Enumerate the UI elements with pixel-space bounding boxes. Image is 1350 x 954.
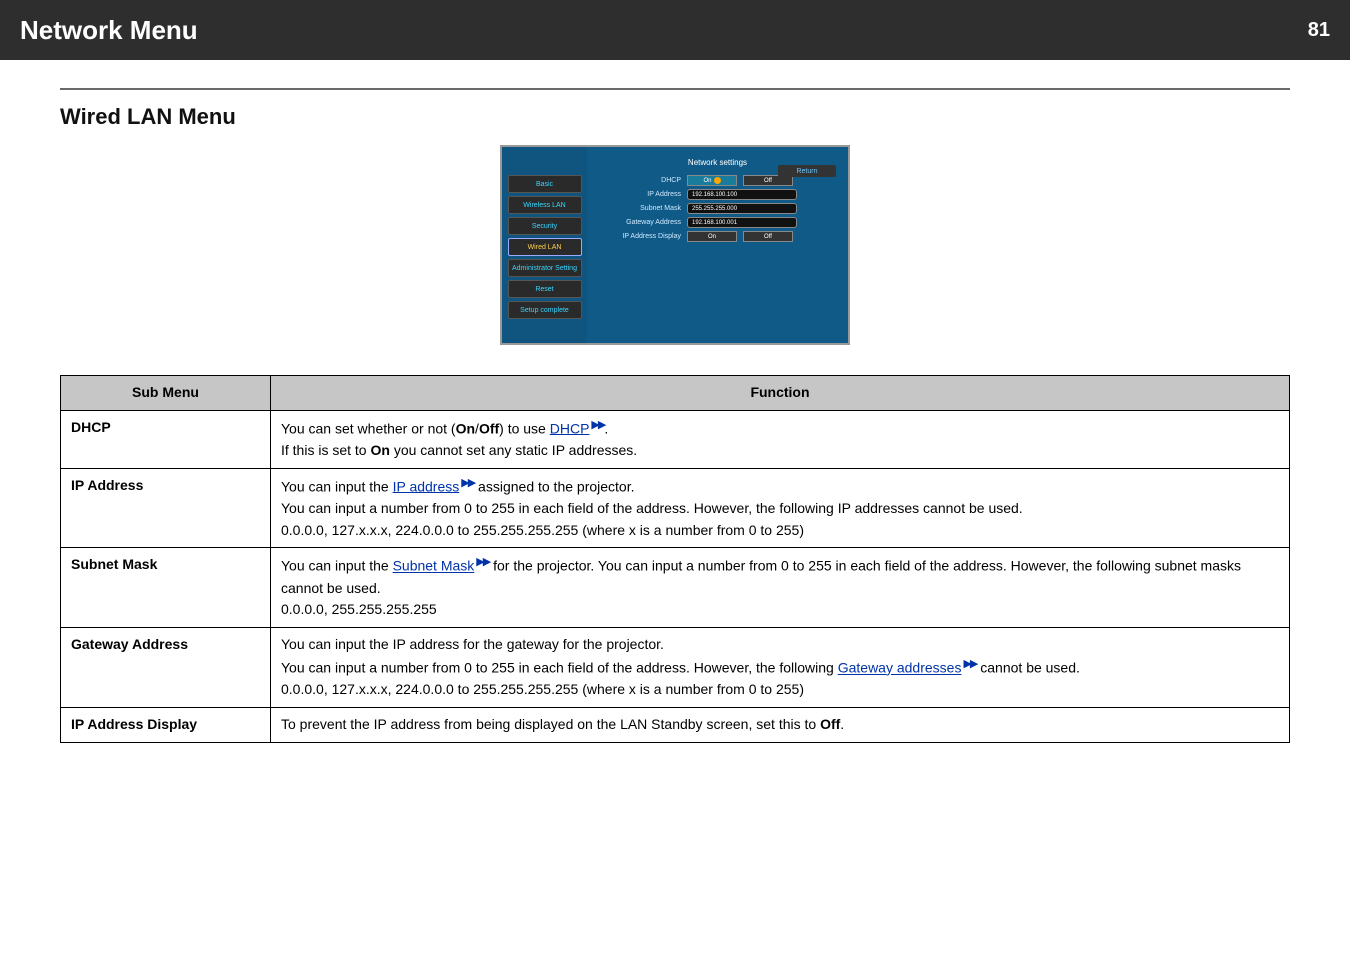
sidebar-item-wired-lan: Wired LAN: [508, 238, 582, 256]
gw-line1: You can input the IP address for the gat…: [281, 634, 1279, 656]
gw-value: 192.168.100.001: [687, 217, 797, 228]
row-dhcp-fn: You can set whether or not (On/Off) to u…: [271, 410, 1290, 468]
ipdisp-on-pill: On: [687, 231, 737, 242]
settings-table-wrap: Sub Menu Function DHCP You can set wheth…: [60, 375, 1290, 743]
page-number: 81: [1308, 19, 1330, 42]
ip-value: 192.168.100.100: [687, 189, 797, 200]
section-title: Wired LAN Menu: [60, 104, 1290, 130]
row-gw-fn: You can input the IP address for the gat…: [271, 628, 1290, 708]
ip-link[interactable]: IP address: [393, 478, 460, 494]
gw-pre: You can input a number from 0 to 255 in …: [281, 660, 838, 676]
row-ipdisp-name: IP Address Display: [61, 707, 271, 742]
ip-line3: 0.0.0.0, 127.x.x.x, 224.0.0.0 to 255.255…: [281, 520, 1279, 542]
network-settings-screenshot: Basic Wireless LAN Security Wired LAN Ad…: [500, 145, 850, 345]
dhcp-line2-post: you cannot set any static IP addresses.: [390, 442, 637, 458]
row-ipdisp-fn: To prevent the IP address from being dis…: [271, 707, 1290, 742]
ipdisp-off-pill: Off: [743, 231, 793, 242]
glossary-icon: ▶▶: [963, 658, 976, 670]
gw-post: cannot be used.: [976, 660, 1080, 676]
page-title: Network Menu: [20, 15, 198, 46]
mask-value: 255.255.255.000: [687, 203, 797, 214]
settings-table: Sub Menu Function DHCP You can set wheth…: [60, 375, 1290, 743]
dhcp-text: You can set whether or not (: [281, 420, 456, 436]
screenshot-sidebar: Basic Wireless LAN Security Wired LAN Ad…: [502, 147, 587, 343]
glossary-icon: ▶▶: [461, 477, 474, 489]
ipdisp-post: .: [840, 716, 844, 732]
gw-link[interactable]: Gateway addresses: [838, 660, 962, 676]
return-button: Return: [778, 165, 836, 177]
mask-pre: You can input the: [281, 558, 393, 574]
gw-label: Gateway Address: [597, 219, 687, 226]
sidebar-item-security: Security: [508, 217, 582, 235]
ipdisp-pre: To prevent the IP address from being dis…: [281, 716, 820, 732]
glossary-icon: ▶▶: [476, 556, 489, 568]
header-bar: Network Menu 81: [0, 0, 1350, 60]
sidebar-item-reset: Reset: [508, 280, 582, 298]
ip-line2: You can input a number from 0 to 255 in …: [281, 498, 1279, 520]
dhcp-on-text: On: [703, 178, 711, 184]
dhcp-link[interactable]: DHCP: [550, 420, 590, 436]
ip-post: assigned to the projector.: [474, 478, 634, 494]
sidebar-item-wireless: Wireless LAN: [508, 196, 582, 214]
dhcp-line2-on: On: [370, 442, 389, 458]
th-submenu: Sub Menu: [61, 376, 271, 411]
row-dhcp-name: DHCP: [61, 410, 271, 468]
mask-line2: 0.0.0.0, 255.255.255.255: [281, 599, 1279, 621]
row-ip-fn: You can input the IP address▶▶ assigned …: [271, 468, 1290, 548]
mask-label: Subnet Mask: [597, 205, 687, 212]
section-divider: [60, 88, 1290, 90]
sidebar-item-admin: Administrator Setting: [508, 259, 582, 277]
row-mask-fn: You can input the Subnet Mask▶▶ for the …: [271, 548, 1290, 628]
row-mask-name: Subnet Mask: [61, 548, 271, 628]
selected-dot-icon: [714, 177, 721, 184]
ipdisp-off-bold: Off: [820, 716, 840, 732]
dhcp-post: .: [604, 420, 608, 436]
row-ip-name: IP Address: [61, 468, 271, 548]
ip-label: IP Address: [597, 191, 687, 198]
ip-pre: You can input the: [281, 478, 393, 494]
dhcp-line2-pre: If this is set to: [281, 442, 370, 458]
dhcp-off-bold: Off: [479, 420, 499, 436]
ipdisp-label: IP Address Display: [597, 233, 687, 240]
screenshot-container: Basic Wireless LAN Security Wired LAN Ad…: [0, 145, 1350, 345]
dhcp-on-bold: On: [456, 420, 475, 436]
row-gw-name: Gateway Address: [61, 628, 271, 708]
gw-line3: 0.0.0.0, 127.x.x.x, 224.0.0.0 to 255.255…: [281, 679, 1279, 701]
glossary-icon: ▶▶: [591, 419, 604, 431]
th-function: Function: [271, 376, 1290, 411]
sidebar-item-setup-complete: Setup complete: [508, 301, 582, 319]
screenshot-main: Network settings Return DHCP On Off IP A…: [587, 147, 848, 343]
sidebar-item-basic: Basic: [508, 175, 582, 193]
dhcp-label: DHCP: [597, 177, 687, 184]
dhcp-mid: ) to use: [499, 420, 550, 436]
mask-link[interactable]: Subnet Mask: [393, 558, 475, 574]
dhcp-on-pill: On: [687, 175, 737, 186]
